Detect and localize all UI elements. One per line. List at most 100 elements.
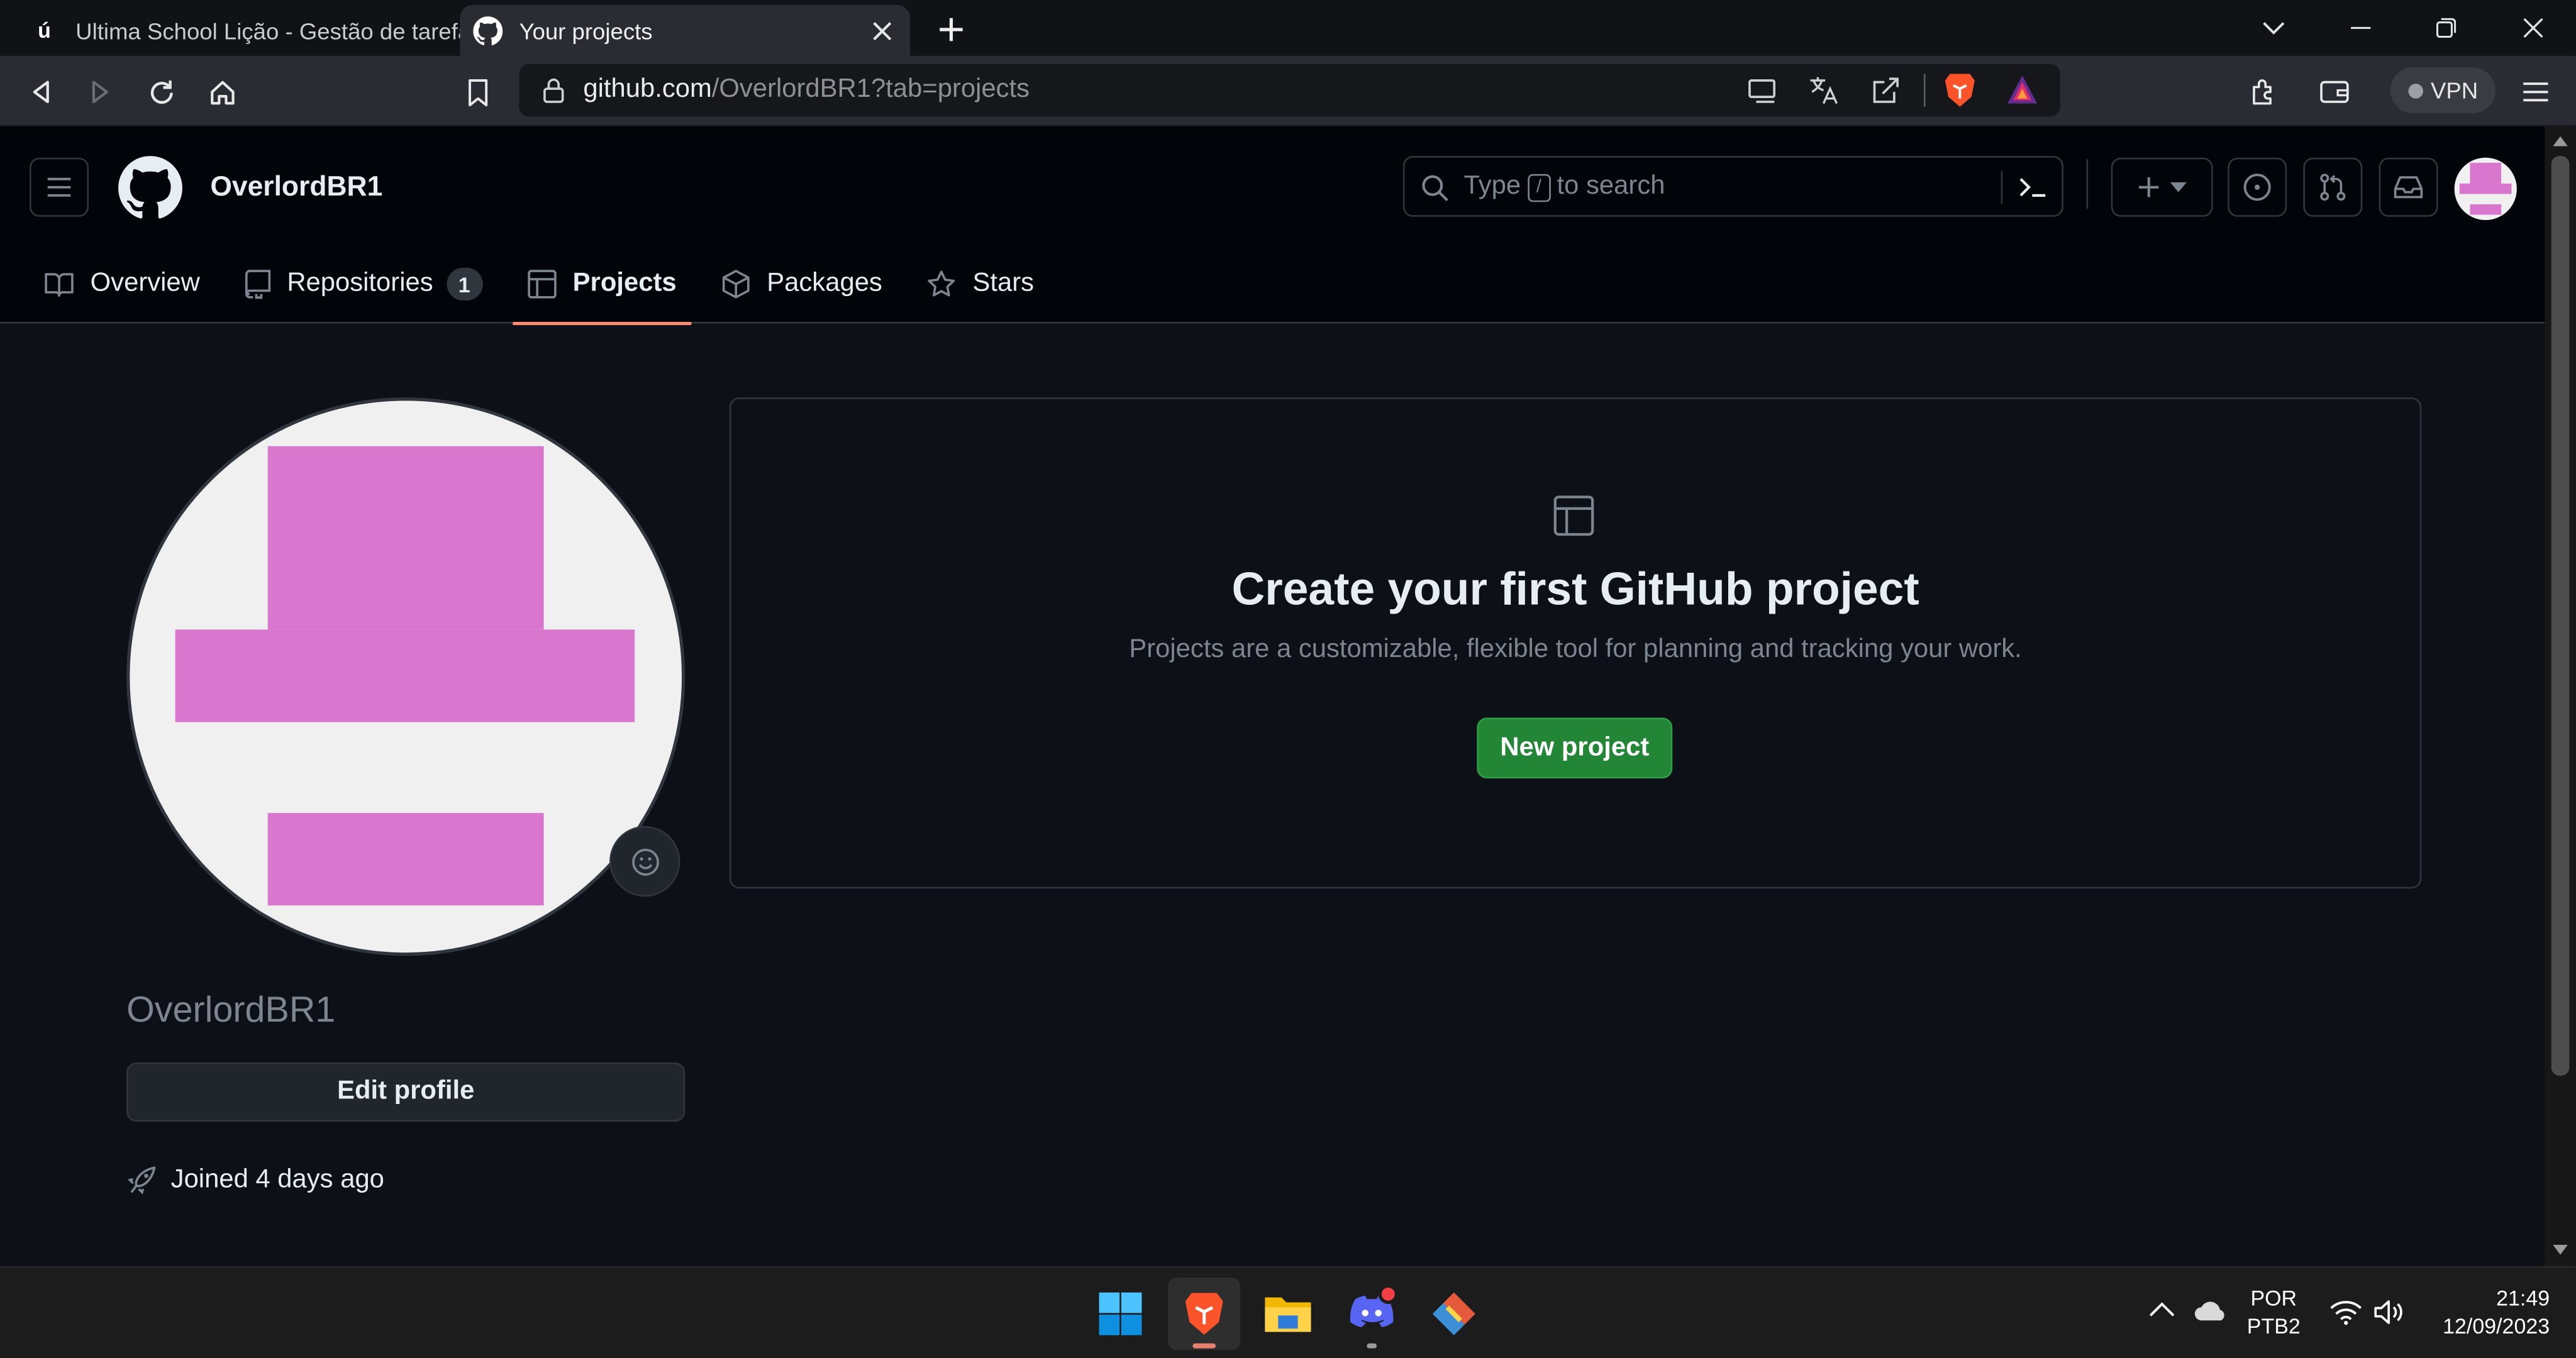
system-clock[interactable]: 21:49 12/09/2023 xyxy=(2418,1284,2563,1340)
github-header: OverlordBR1 Type / to search Overview Re… xyxy=(0,126,2545,326)
tab-packages[interactable]: Packages xyxy=(706,245,897,323)
file-explorer-taskbar-icon[interactable] xyxy=(1252,1278,1324,1350)
browser-tab-title: Your projects xyxy=(519,17,653,44)
url-text: github.com/OverlordBR1?tab=projects xyxy=(583,75,1030,104)
joined-text: Joined 4 days ago xyxy=(170,1165,384,1193)
tab-repositories[interactable]: Repositories 1 xyxy=(230,245,497,323)
lock-icon xyxy=(542,77,565,104)
slash-key-hint: / xyxy=(1527,173,1551,201)
global-nav-menu-button[interactable] xyxy=(30,157,89,217)
plus-icon xyxy=(2137,176,2160,199)
show-hidden-icons-chevron-icon[interactable] xyxy=(2149,1301,2175,1317)
tab-label: Stars xyxy=(972,269,1035,297)
book-icon xyxy=(45,271,91,297)
set-status-button[interactable] xyxy=(609,825,680,897)
profile-page: OverlordBR1 Edit profile Joined 4 days a… xyxy=(0,325,2545,1267)
address-bar[interactable]: github.com/OverlordBR1?tab=projects xyxy=(519,63,2060,117)
brave-rewards-icon[interactable] xyxy=(2006,74,2038,106)
back-button[interactable] xyxy=(16,67,65,116)
context-owner-link[interactable]: OverlordBR1 xyxy=(210,171,382,204)
pull-requests-button[interactable] xyxy=(2303,157,2363,217)
table-icon xyxy=(527,269,573,299)
page-scrollbar[interactable] xyxy=(2545,126,2576,1267)
cast-icon[interactable] xyxy=(1748,75,1779,105)
new-tab-button[interactable] xyxy=(930,10,973,50)
repositories-count-badge: 1 xyxy=(446,267,483,301)
clock-date: 12/09/2023 xyxy=(2443,1313,2550,1339)
profile-username: OverlordBR1 xyxy=(126,988,336,1030)
restore-window-button[interactable] xyxy=(2404,0,2489,56)
close-tab-icon[interactable] xyxy=(861,9,904,52)
command-palette-icon[interactable] xyxy=(2018,174,2047,201)
volume-icon[interactable] xyxy=(2374,1299,2407,1325)
browser-toolbar: github.com/OverlordBR1?tab=projects VPN xyxy=(0,55,2576,127)
bookmark-button[interactable] xyxy=(453,67,502,116)
smiley-icon xyxy=(630,847,660,876)
vpn-status-dot xyxy=(2407,82,2423,98)
search-input[interactable]: Type / to search xyxy=(1402,156,2063,217)
browser-tab-your-projects[interactable]: Your projects xyxy=(460,4,911,56)
edit-profile-button[interactable]: Edit profile xyxy=(126,1063,686,1122)
running-app-indicator xyxy=(1367,1343,1377,1349)
notification-badge xyxy=(1378,1284,1398,1305)
profile-nav: Overview Repositories 1 Projects Package… xyxy=(30,245,1063,326)
new-project-button[interactable]: New project xyxy=(1477,717,1673,779)
windows-start-icon[interactable] xyxy=(1084,1278,1157,1350)
tab-label: Packages xyxy=(767,269,882,297)
share-icon[interactable] xyxy=(1871,75,1901,105)
scroll-up-arrow-icon[interactable] xyxy=(2553,136,2568,146)
wifi-icon[interactable] xyxy=(2329,1299,2362,1325)
vpn-button[interactable]: VPN xyxy=(2390,67,2496,114)
inbox-button[interactable] xyxy=(2379,157,2438,217)
user-avatar-menu[interactable] xyxy=(2454,157,2517,221)
joined-date: Joined 4 days ago xyxy=(126,1164,384,1196)
tab-label: Overview xyxy=(90,269,200,297)
wallet-icon[interactable] xyxy=(2310,67,2359,116)
create-new-button[interactable] xyxy=(2111,157,2213,217)
windows-taskbar: POR PTB2 21:49 12/09/2023 xyxy=(0,1266,2576,1358)
tab-projects[interactable]: Projects xyxy=(512,245,692,326)
close-window-button[interactable] xyxy=(2490,0,2576,56)
onedrive-cloud-icon[interactable] xyxy=(2193,1299,2229,1322)
package-icon xyxy=(721,269,767,299)
projects-blankslate: Create your first GitHub project Project… xyxy=(729,397,2422,889)
tab-search-chevron-icon[interactable] xyxy=(2231,0,2316,56)
search-placeholder: Type / to search xyxy=(1463,172,1665,201)
profile-avatar[interactable] xyxy=(126,397,686,956)
issues-button[interactable] xyxy=(2228,157,2287,217)
blankslate-description: Projects are a customizable, flexible to… xyxy=(1129,635,2022,664)
home-button[interactable] xyxy=(197,67,246,116)
translate-icon[interactable] xyxy=(1809,75,1840,105)
blankslate-title: Create your first GitHub project xyxy=(1231,563,1919,614)
search-divider xyxy=(2001,170,2003,204)
browser-tab-ultima-school[interactable]: ú Ultima School Lição - Gestão de tarefa xyxy=(13,5,460,56)
repo-icon xyxy=(244,269,287,299)
tab-label: Projects xyxy=(572,269,677,297)
browser-menu-icon[interactable] xyxy=(2510,67,2559,116)
active-app-indicator xyxy=(1192,1343,1216,1349)
address-bar-divider xyxy=(1923,74,1926,107)
rocket-icon xyxy=(126,1164,171,1196)
github-logo-icon[interactable] xyxy=(118,156,182,220)
star-icon xyxy=(926,269,972,299)
table-icon xyxy=(1553,494,1596,537)
extensions-icon[interactable] xyxy=(2239,67,2288,116)
forward-button[interactable] xyxy=(75,67,125,116)
scroll-down-arrow-icon[interactable] xyxy=(2553,1245,2568,1255)
scrollbar-thumb[interactable] xyxy=(2551,156,2570,1076)
clock-time: 21:49 xyxy=(2496,1286,2550,1311)
minimize-window-button[interactable] xyxy=(2318,0,2404,56)
tab-stars[interactable]: Stars xyxy=(912,245,1049,323)
discord-taskbar-icon[interactable] xyxy=(1336,1278,1408,1350)
keyboard-language-indicator[interactable]: POR PTB2 xyxy=(2244,1284,2303,1340)
ultima-school-favicon-icon: ú xyxy=(38,18,51,43)
search-icon xyxy=(1421,174,1449,202)
header-divider xyxy=(2086,159,2089,209)
brave-taskbar-icon[interactable] xyxy=(1168,1278,1241,1350)
browser-tab-strip: ú Ultima School Lição - Gestão de tarefa… xyxy=(0,0,2576,56)
tab-overview[interactable]: Overview xyxy=(30,245,214,323)
triangle-down-icon xyxy=(2170,182,2187,192)
reload-button[interactable] xyxy=(136,67,186,116)
git-tool-taskbar-icon[interactable] xyxy=(1418,1278,1490,1350)
brave-shields-icon[interactable] xyxy=(1943,72,1976,108)
